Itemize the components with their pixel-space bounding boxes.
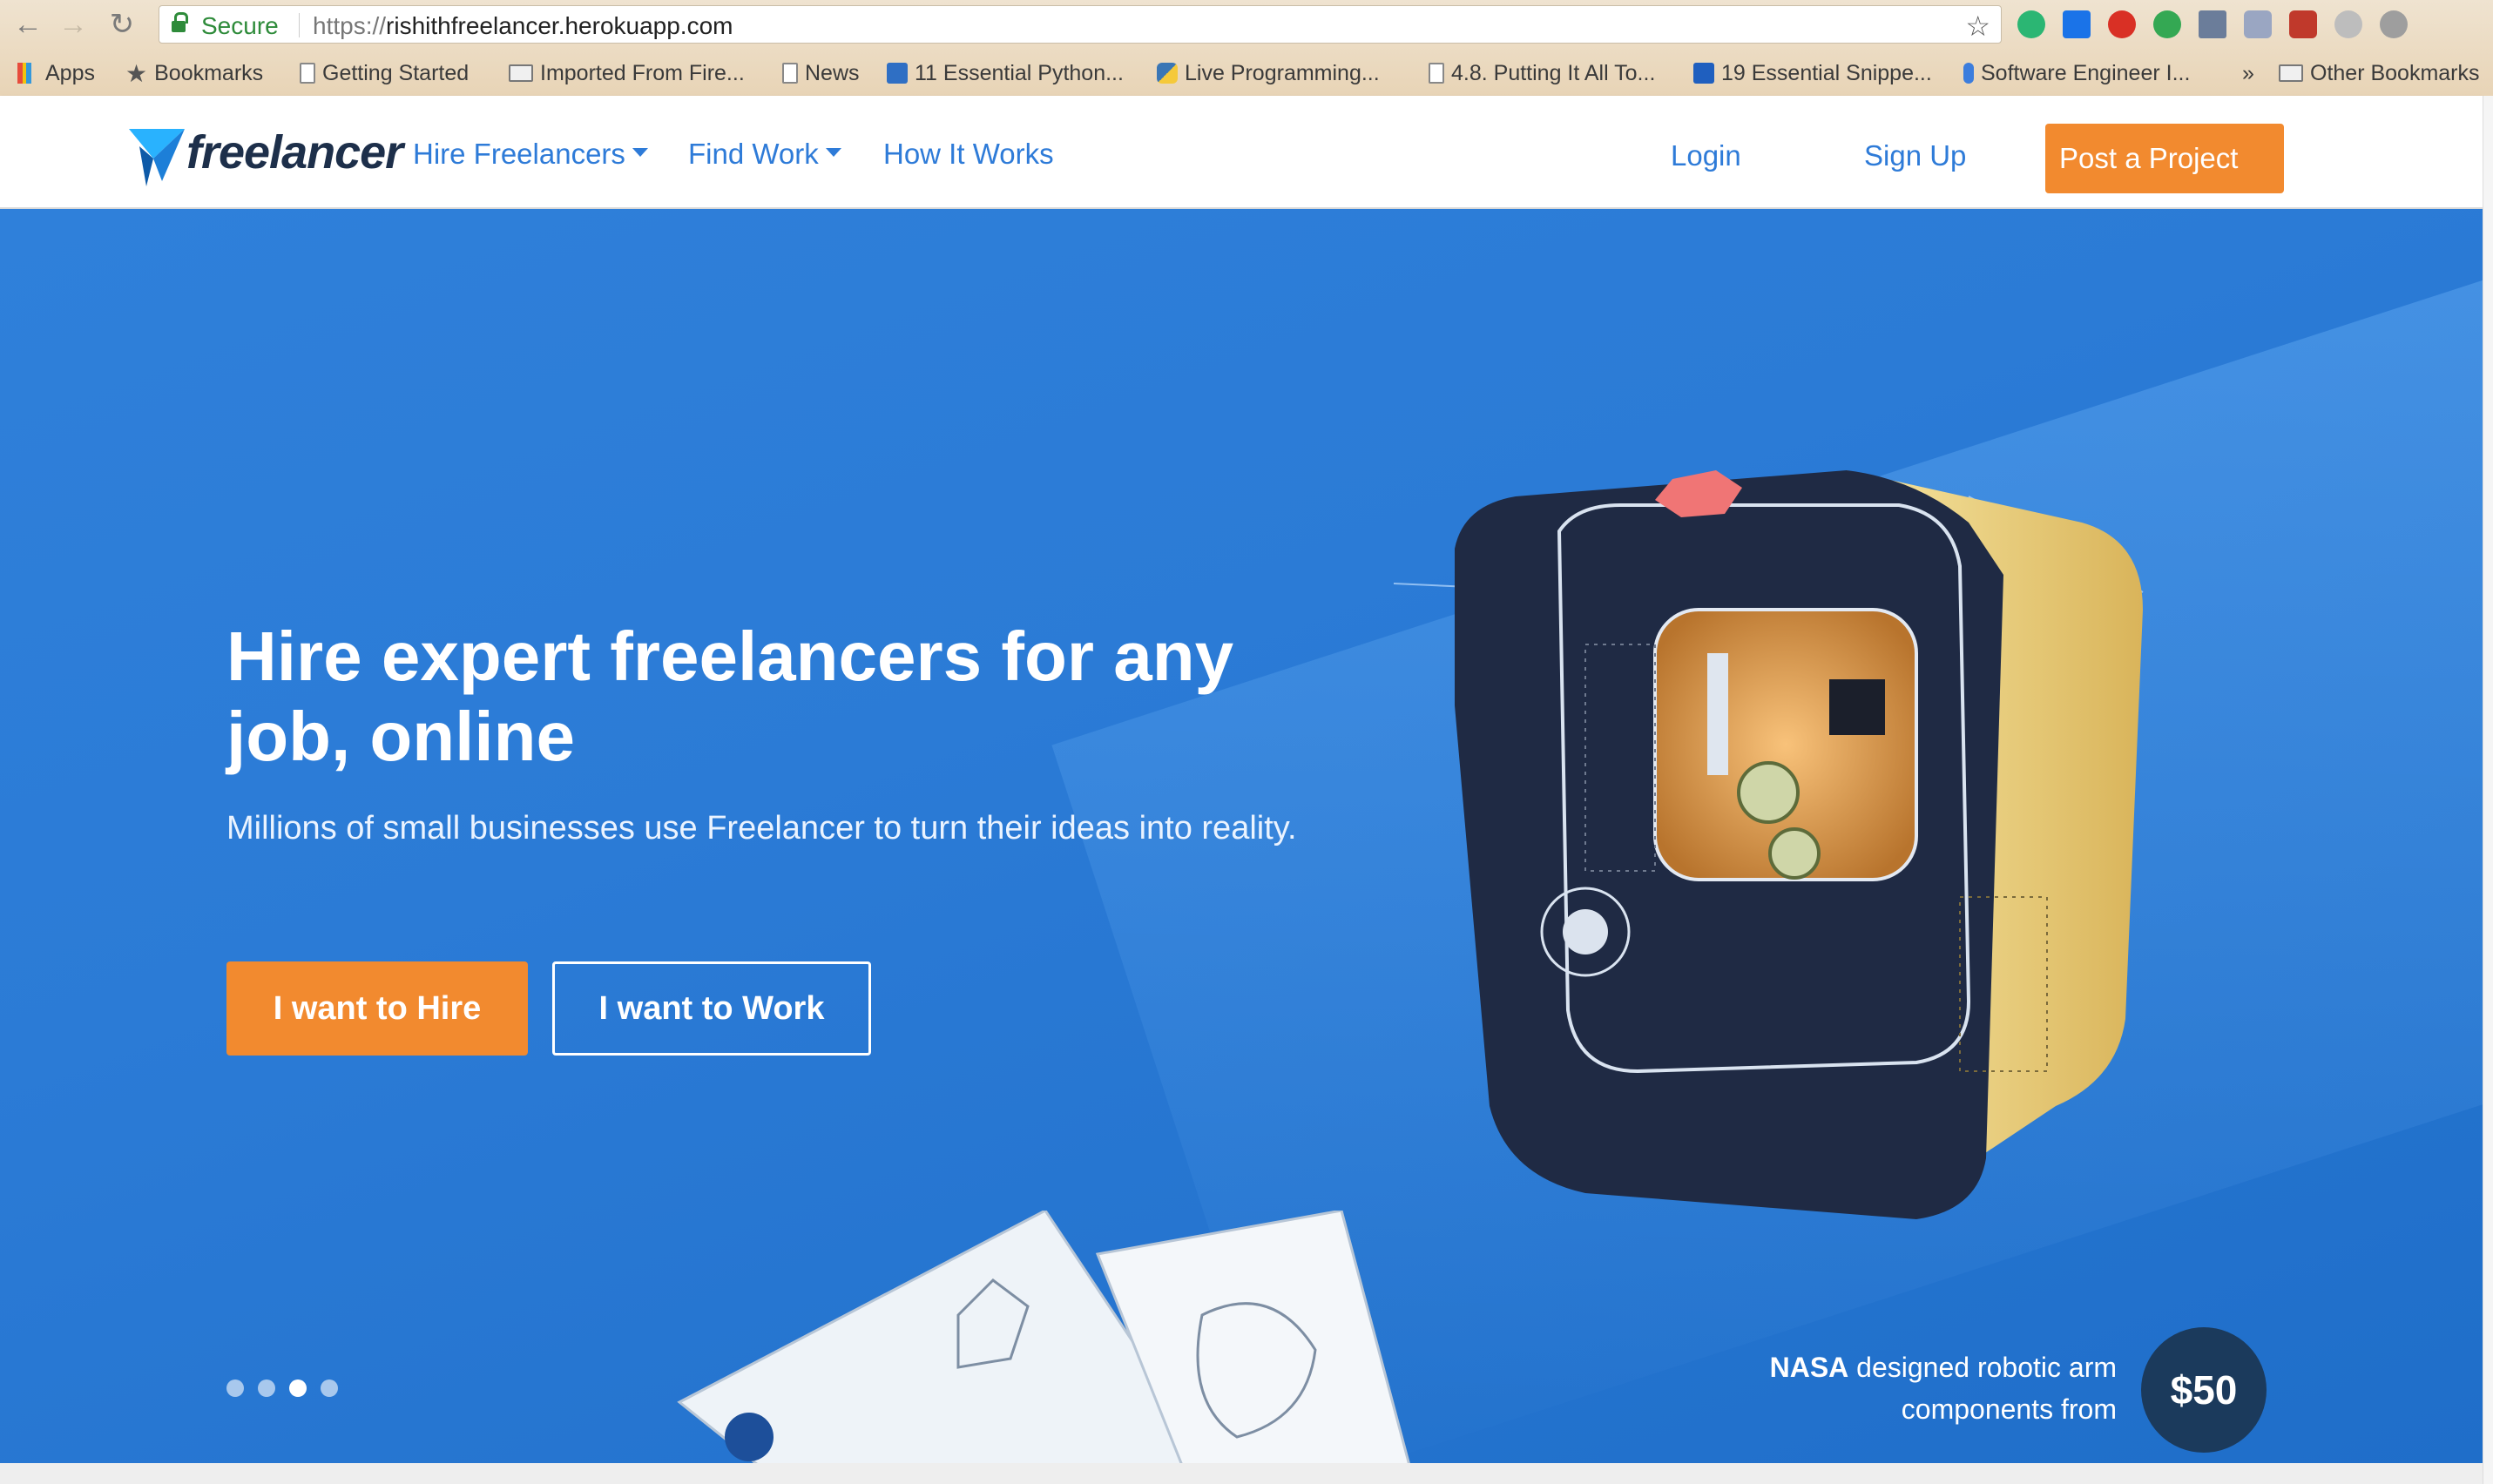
bookmarks-bar: Apps ★ Bookmarks Getting Started Importe… <box>0 54 2493 92</box>
caret-down-icon <box>825 148 841 158</box>
panda-extension-icon[interactable] <box>2289 10 2317 38</box>
bookmark-label: News <box>805 60 860 85</box>
caption-bold: NASA <box>1769 1352 1849 1383</box>
url-scheme: https:// <box>313 12 387 39</box>
blueprint-papers-illustration <box>677 1211 1410 1463</box>
address-bar-row: ← → ↻ Secure https://rishithfreelancer.h… <box>0 0 2493 49</box>
page-icon <box>300 63 315 84</box>
folder-icon <box>509 64 533 82</box>
browser-chrome: ← → ↻ Secure https://rishithfreelancer.h… <box>0 0 2493 96</box>
site-icon <box>1693 63 1714 84</box>
login-link[interactable]: Login <box>1671 139 1741 172</box>
site-header: freelancer Hire Freelancers Find Work Ho… <box>0 96 2483 209</box>
signup-link[interactable]: Sign Up <box>1864 139 1966 172</box>
extension-icons <box>2017 10 2408 40</box>
reload-icon[interactable]: ↻ <box>105 7 139 42</box>
url-host: rishithfreelancer.herokuapp.com <box>386 12 733 39</box>
hero-subtext: Millions of small businesses use Freelan… <box>226 810 1297 847</box>
price-bubble[interactable]: $50 <box>2141 1327 2267 1453</box>
carousel-dot-1[interactable] <box>226 1379 244 1397</box>
carousel-dots <box>226 1379 338 1397</box>
logo-text: freelancer <box>186 126 403 179</box>
nav-how-it-works[interactable]: How It Works <box>883 138 1054 171</box>
overflow-chevron-icon: » <box>2242 60 2254 85</box>
bookmark-essential-snippets[interactable]: 19 Essential Snippe... <box>1693 57 1932 89</box>
work-button[interactable]: I want to Work <box>552 961 871 1056</box>
folder-icon <box>2279 64 2303 82</box>
hero-section: Hire expert freelancers for any job, onl… <box>0 209 2483 1463</box>
bookmark-label: Live Programming... <box>1185 60 1380 85</box>
url-bar[interactable]: Secure https://rishithfreelancer.herokua… <box>159 5 2002 44</box>
nav-find-work[interactable]: Find Work <box>688 138 841 171</box>
target-extension-icon[interactable] <box>2334 10 2362 38</box>
hero-headline: Hire expert freelancers for any job, onl… <box>226 617 1234 775</box>
bookmark-python-essentials[interactable]: 11 Essential Python... <box>887 57 1124 89</box>
page-scrollbar[interactable] <box>2483 96 2493 1484</box>
robot-cube-illustration <box>1393 470 2144 1219</box>
nav-find-label: Find Work <box>688 138 819 170</box>
page-icon <box>782 63 798 84</box>
bookmark-bookmarks[interactable]: ★ Bookmarks <box>125 57 263 89</box>
profile-extension-icon[interactable] <box>2380 10 2408 38</box>
forward-arrow-icon[interactable]: → <box>56 7 91 42</box>
bookmark-label: 11 Essential Python... <box>915 60 1124 85</box>
bookmark-star-icon[interactable]: ☆ <box>1965 10 1990 43</box>
carousel-dot-4[interactable] <box>321 1379 338 1397</box>
adblock-extension-icon[interactable] <box>2108 10 2136 38</box>
caption-text: designed robotic arm components from <box>1856 1352 2117 1425</box>
bookmark-news[interactable]: News <box>782 57 860 89</box>
showcase-caption: NASA designed robotic arm components fro… <box>1707 1346 2117 1430</box>
star-icon: ★ <box>125 59 148 87</box>
bookmark-label: Bookmarks <box>154 60 264 85</box>
back-arrow-icon[interactable]: ← <box>10 7 45 42</box>
bookmark-other[interactable]: Other Bookmarks <box>2279 57 2480 89</box>
bookmark-label: Software Engineer I... <box>1981 60 2191 85</box>
apps-grid-icon <box>17 63 38 84</box>
bookmark-live-programming[interactable]: Live Programming... <box>1157 57 1380 89</box>
bookmark-label: Getting Started <box>322 60 470 85</box>
bookmark-putting-it-all[interactable]: 4.8. Putting It All To... <box>1429 57 1655 89</box>
jb-extension-icon[interactable] <box>2199 10 2226 38</box>
python-icon <box>1157 63 1178 84</box>
bookmark-imported[interactable]: Imported From Fire... <box>509 57 745 89</box>
bookmark-getting-started[interactable]: Getting Started <box>300 57 469 89</box>
bookmark-label: 4.8. Putting It All To... <box>1451 60 1656 85</box>
nav-hire-label: Hire Freelancers <box>413 138 625 170</box>
carousel-dot-2[interactable] <box>258 1379 275 1397</box>
chat-extension-icon[interactable] <box>2244 10 2272 38</box>
caret-down-icon <box>632 148 648 158</box>
freelancer-logo[interactable]: freelancer <box>127 120 403 190</box>
hire-button[interactable]: I want to Hire <box>226 961 528 1056</box>
bookmark-label: Imported From Fire... <box>540 60 745 85</box>
nav-how-label: How It Works <box>883 138 1054 170</box>
site-icon <box>1963 63 1974 84</box>
vpn-extension-icon[interactable] <box>2063 10 2091 38</box>
site-icon <box>887 63 908 84</box>
url-text[interactable]: https://rishithfreelancer.herokuapp.com <box>313 12 733 40</box>
secure-label: Secure <box>201 12 279 39</box>
page-bottom-strip <box>0 1463 2493 1484</box>
bookmark-label: Apps <box>45 60 95 85</box>
nav-hire-freelancers[interactable]: Hire Freelancers <box>413 138 648 171</box>
lock-icon <box>172 12 188 33</box>
post-project-button[interactable]: Post a Project <box>2045 124 2284 193</box>
bookmark-label: 19 Essential Snippe... <box>1721 60 1932 85</box>
url-separator <box>299 13 300 37</box>
freelancer-bird-icon <box>129 129 185 186</box>
evernote-extension-icon[interactable] <box>2153 10 2181 38</box>
bookmark-apps[interactable]: Apps <box>17 57 95 89</box>
bookmark-label: Other Bookmarks <box>2310 60 2480 85</box>
carousel-dot-3[interactable] <box>289 1379 307 1397</box>
grammarly-extension-icon[interactable] <box>2017 10 2045 38</box>
page-icon <box>1429 63 1444 84</box>
bookmarks-overflow[interactable]: » <box>2242 57 2254 89</box>
bookmark-software-engineer[interactable]: Software Engineer I... <box>1963 57 2190 89</box>
